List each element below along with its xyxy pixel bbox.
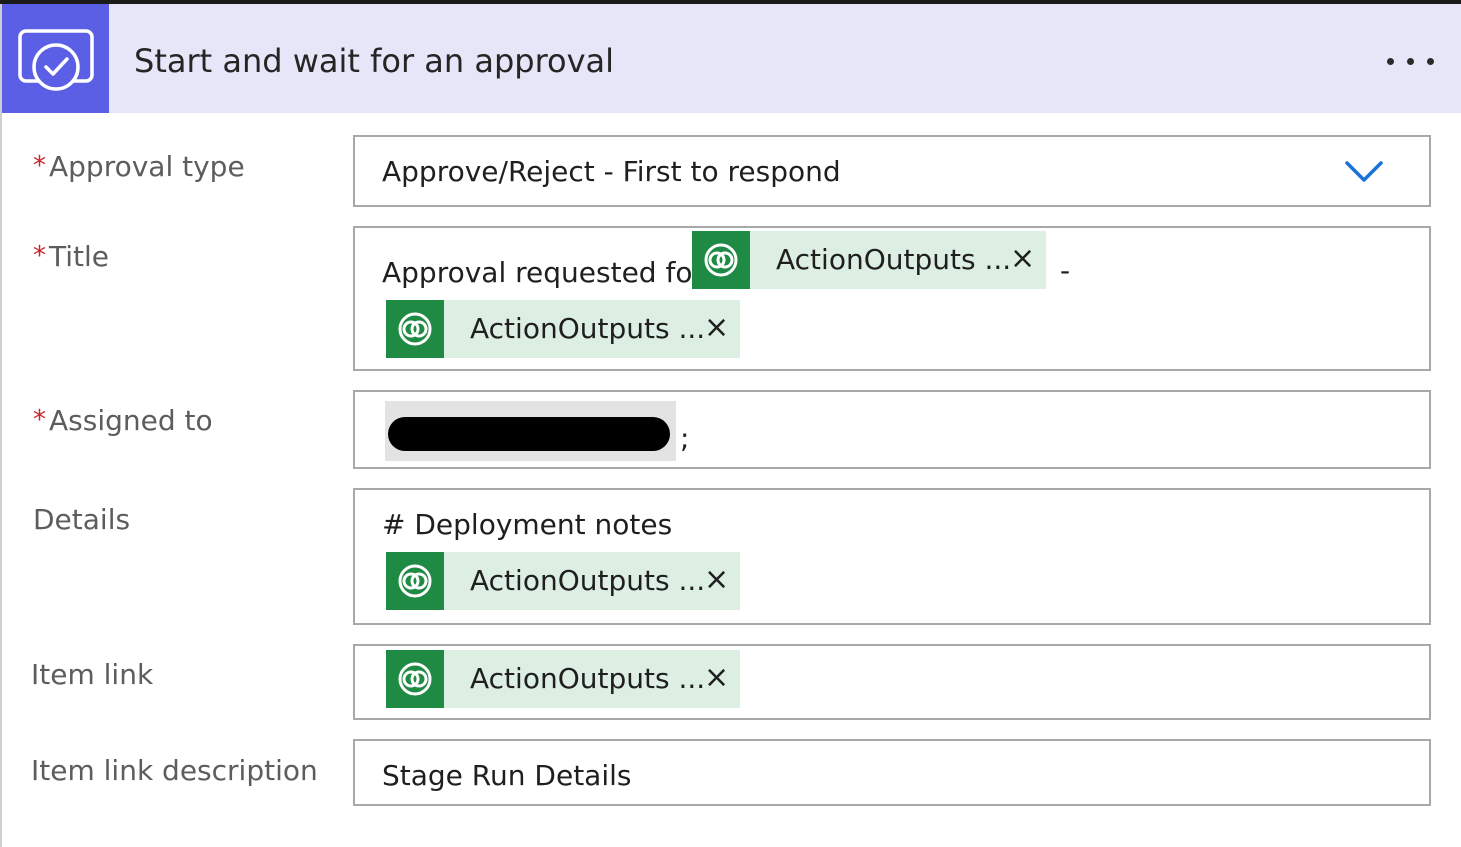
token-label: ActionOutputs ...	[776, 243, 1012, 276]
details-label: Details	[33, 503, 131, 536]
assigned-to-label: * Assigned to	[33, 404, 213, 437]
card-left-border	[0, 4, 2, 847]
approval-type-value: Approve/Reject - First to respond	[382, 155, 841, 188]
item-link-input[interactable]: ActionOutputs ... ×	[353, 644, 1431, 720]
item-link-description-value: Stage Run Details	[382, 759, 632, 792]
dynamic-content-token[interactable]: ActionOutputs ... ×	[692, 231, 1046, 289]
dataverse-icon	[386, 650, 444, 708]
title-prefix-text: Approval requested for	[382, 256, 704, 289]
close-icon[interactable]: ×	[1010, 241, 1035, 276]
token-label: ActionOutputs ...	[470, 312, 706, 345]
title-input[interactable]: Approval requested for ActionOutputs ...…	[353, 226, 1431, 371]
approval-type-label: * Approval type	[33, 150, 245, 183]
approval-icon	[2, 4, 109, 113]
details-text: # Deployment notes	[382, 508, 673, 541]
dynamic-content-token[interactable]: ActionOutputs ... ×	[386, 552, 740, 610]
chevron-down-icon[interactable]	[1345, 159, 1383, 185]
title-label: * Title	[33, 240, 110, 273]
redaction-bar	[388, 417, 670, 451]
dataverse-icon	[692, 231, 750, 289]
title-separator: -	[1060, 254, 1071, 287]
token-label: ActionOutputs ...	[470, 662, 706, 695]
assignee-chip-redacted	[385, 401, 676, 461]
dataverse-icon	[386, 552, 444, 610]
dynamic-content-token[interactable]: ActionOutputs ... ×	[386, 650, 740, 708]
more-options-icon[interactable]	[1378, 48, 1444, 78]
action-title: Start and wait for an approval	[134, 42, 615, 80]
assigned-to-input[interactable]: ;	[353, 390, 1431, 469]
close-icon[interactable]: ×	[704, 562, 729, 597]
assigned-to-suffix: ;	[680, 422, 690, 455]
required-marker: *	[33, 405, 46, 435]
dataverse-icon	[386, 300, 444, 358]
token-label: ActionOutputs ...	[470, 564, 706, 597]
item-link-description-label: Item link description	[31, 754, 318, 787]
required-marker: *	[33, 151, 46, 181]
dynamic-content-token[interactable]: ActionOutputs ... ×	[386, 300, 740, 358]
required-marker: *	[33, 241, 46, 271]
approval-type-dropdown[interactable]: Approve/Reject - First to respond	[353, 135, 1431, 207]
item-link-description-input[interactable]: Stage Run Details	[353, 739, 1431, 806]
close-icon[interactable]: ×	[704, 310, 729, 345]
action-card-header[interactable]: Start and wait for an approval	[2, 4, 1461, 113]
close-icon[interactable]: ×	[704, 660, 729, 695]
details-input[interactable]: # Deployment notes ActionOutputs ... ×	[353, 488, 1431, 625]
item-link-label: Item link	[31, 658, 154, 691]
